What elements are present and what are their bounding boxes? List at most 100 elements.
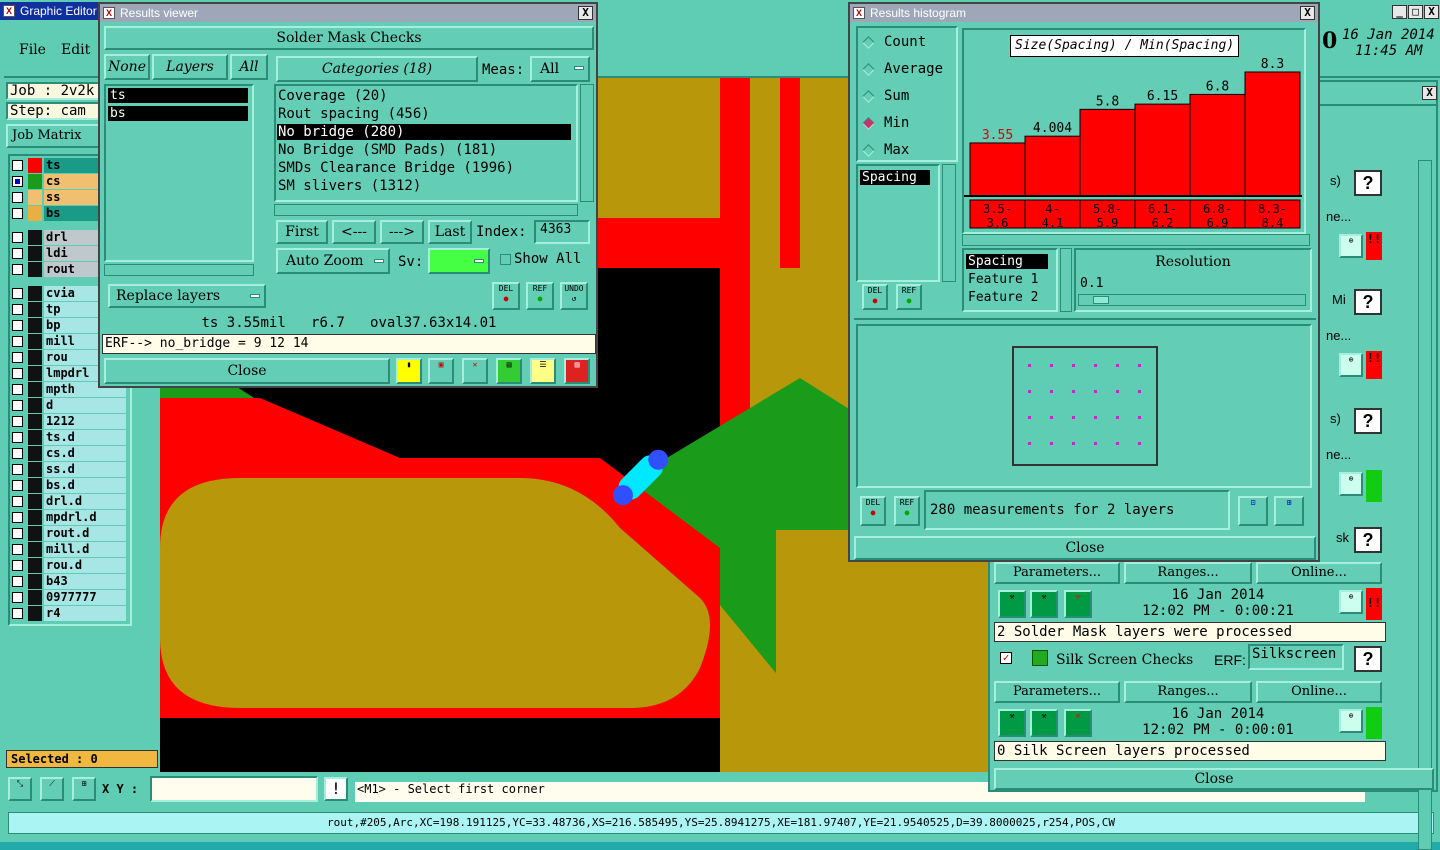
- layer-checkbox[interactable]: [12, 368, 23, 379]
- online-button-2[interactable]: Online...: [1256, 681, 1382, 703]
- layer-row[interactable]: 0977777: [12, 590, 128, 605]
- layer-color-swatch[interactable]: [28, 366, 42, 381]
- radio-diamond-icon[interactable]: [862, 90, 875, 103]
- layer-checkbox[interactable]: [12, 592, 23, 603]
- layer-color-swatch[interactable]: [28, 230, 42, 245]
- aggregate-radio[interactable]: Min: [862, 115, 952, 135]
- layer-color-swatch[interactable]: [28, 446, 42, 461]
- grid-icon[interactable]: ⊞: [72, 777, 96, 801]
- layer-color-swatch[interactable]: [28, 398, 42, 413]
- layer-color-swatch[interactable]: [28, 318, 42, 333]
- erf-field[interactable]: Silkscreen: [1248, 644, 1344, 670]
- replace-layers-dropdown[interactable]: Replace layers: [108, 284, 266, 308]
- category-hscroll[interactable]: [274, 204, 578, 216]
- layer-name[interactable]: 0977777: [44, 590, 126, 605]
- hist-del-icon[interactable]: DEL ●: [862, 284, 888, 310]
- layer-color-swatch[interactable]: [28, 262, 42, 277]
- layer-color-swatch[interactable]: [28, 590, 42, 605]
- notes-icon[interactable]: ☰: [530, 358, 556, 384]
- hist-ref-icon[interactable]: REF ●: [896, 284, 922, 310]
- layer-color-swatch[interactable]: [28, 478, 42, 493]
- menu-edit[interactable]: Edit: [61, 42, 90, 58]
- category-vscroll[interactable]: [580, 84, 594, 202]
- histogram-close-button[interactable]: Close: [854, 536, 1316, 560]
- layer-name[interactable]: 1212: [44, 414, 126, 429]
- job-matrix-button[interactable]: Job Matrix: [6, 124, 102, 148]
- layer-list-scrollbar[interactable]: [104, 264, 254, 276]
- layer-checkbox[interactable]: [12, 464, 23, 475]
- category-item[interactable]: No bridge (280): [277, 124, 571, 140]
- histogram-bar[interactable]: [1024, 135, 1081, 197]
- layer-color-swatch[interactable]: [28, 174, 42, 189]
- layer-checkbox[interactable]: [12, 496, 23, 507]
- layer-row[interactable]: mill.d: [12, 542, 128, 557]
- layer-color-swatch[interactable]: [28, 246, 42, 261]
- online-button-1[interactable]: Online...: [1256, 562, 1382, 584]
- layer-row[interactable]: mpdrl.d: [12, 510, 128, 525]
- run-icon-1a[interactable]: ⚒: [998, 590, 1026, 618]
- layer-name[interactable]: drl.d: [44, 494, 126, 509]
- layer-name[interactable]: ss.d: [44, 462, 126, 477]
- alert-icon[interactable]: !: [324, 777, 348, 801]
- layer-row[interactable]: ss.d: [12, 462, 128, 477]
- layer-color-swatch[interactable]: [28, 558, 42, 573]
- layer-color-swatch[interactable]: [28, 494, 42, 509]
- graphic-editor-titlebar[interactable]: X Graphic Editor: [0, 2, 100, 20]
- measure-list[interactable]: Spacing: [856, 164, 940, 282]
- layer-color-swatch[interactable]: [28, 510, 42, 525]
- layer-row[interactable]: 1212: [12, 414, 128, 429]
- histogram-icon[interactable]: ▥: [564, 358, 590, 384]
- zoom-region-icon[interactable]: ⊞: [1274, 496, 1304, 526]
- auto-zoom-dropdown[interactable]: Auto Zoom: [276, 248, 390, 274]
- menu-file[interactable]: File: [19, 42, 46, 58]
- help-icon-2[interactable]: ?: [1354, 289, 1382, 315]
- layer-checkbox[interactable]: [12, 432, 23, 443]
- run-icon-2c[interactable]: ⚒: [1064, 709, 1092, 737]
- layer-name[interactable]: d: [44, 398, 126, 413]
- ranges-button-1[interactable]: Ranges...: [1124, 562, 1252, 584]
- field-spacing[interactable]: Spacing: [966, 254, 1048, 269]
- next-button[interactable]: --->: [380, 220, 424, 244]
- histogram-bar[interactable]: [1189, 93, 1246, 197]
- layer-row[interactable]: bs.d: [12, 478, 128, 493]
- layer-color-swatch[interactable]: [28, 286, 42, 301]
- layer-checkbox[interactable]: [12, 448, 23, 459]
- layer-row[interactable]: r4: [12, 606, 128, 621]
- layer-name[interactable]: ts.d: [44, 430, 126, 445]
- aggregate-radio[interactable]: Sum: [862, 88, 952, 108]
- histogram-bar[interactable]: [969, 142, 1026, 197]
- layer-checkbox[interactable]: [12, 608, 23, 619]
- layer-checkbox[interactable]: [12, 232, 23, 243]
- measure-list-item[interactable]: Spacing: [860, 170, 930, 185]
- layer-row[interactable]: d: [12, 398, 128, 413]
- results-viewer-close-button[interactable]: Close: [104, 358, 390, 384]
- chart-hscroll[interactable]: [962, 234, 1310, 246]
- help-icon-3[interactable]: ?: [1354, 408, 1382, 434]
- layer-color-swatch[interactable]: [28, 334, 42, 349]
- ref-disabled-icon[interactable]: ✕: [462, 358, 488, 384]
- slider-thumb[interactable]: [1093, 296, 1109, 304]
- layer-name[interactable]: r4: [44, 606, 126, 621]
- layer-name[interactable]: cs.d: [44, 446, 126, 461]
- layer-color-swatch[interactable]: [28, 382, 42, 397]
- measure-icon[interactable]: ⟋: [40, 777, 64, 801]
- layer-color-swatch[interactable]: [28, 526, 42, 541]
- tab-categories[interactable]: Categories (18): [276, 56, 478, 82]
- checklist-close-button[interactable]: Close: [994, 768, 1434, 790]
- layer-name[interactable]: mpdrl.d: [44, 510, 126, 525]
- category-item[interactable]: No Bridge (SMD Pads) (181): [277, 142, 571, 158]
- layer-checkbox[interactable]: [12, 336, 23, 347]
- layer-row[interactable]: drl.d: [12, 494, 128, 509]
- layer-name[interactable]: rout.d: [44, 526, 126, 541]
- layer-name[interactable]: rou.d: [44, 558, 126, 573]
- histogram-titlebar[interactable]: X Results histogram: [850, 4, 1318, 22]
- run-icon-2b[interactable]: ⚒: [1030, 709, 1058, 737]
- layer-checkbox[interactable]: [12, 248, 23, 259]
- layer-row[interactable]: rou.d: [12, 558, 128, 573]
- show-all-checkbox[interactable]: [500, 254, 511, 265]
- help-icon-4[interactable]: ?: [1354, 527, 1382, 553]
- sv-color-dropdown[interactable]: [428, 248, 490, 274]
- silk-checkbox[interactable]: ✓: [1000, 652, 1012, 664]
- layer-checkbox[interactable]: [12, 320, 23, 331]
- preview-ref-icon[interactable]: REF ●: [894, 496, 920, 526]
